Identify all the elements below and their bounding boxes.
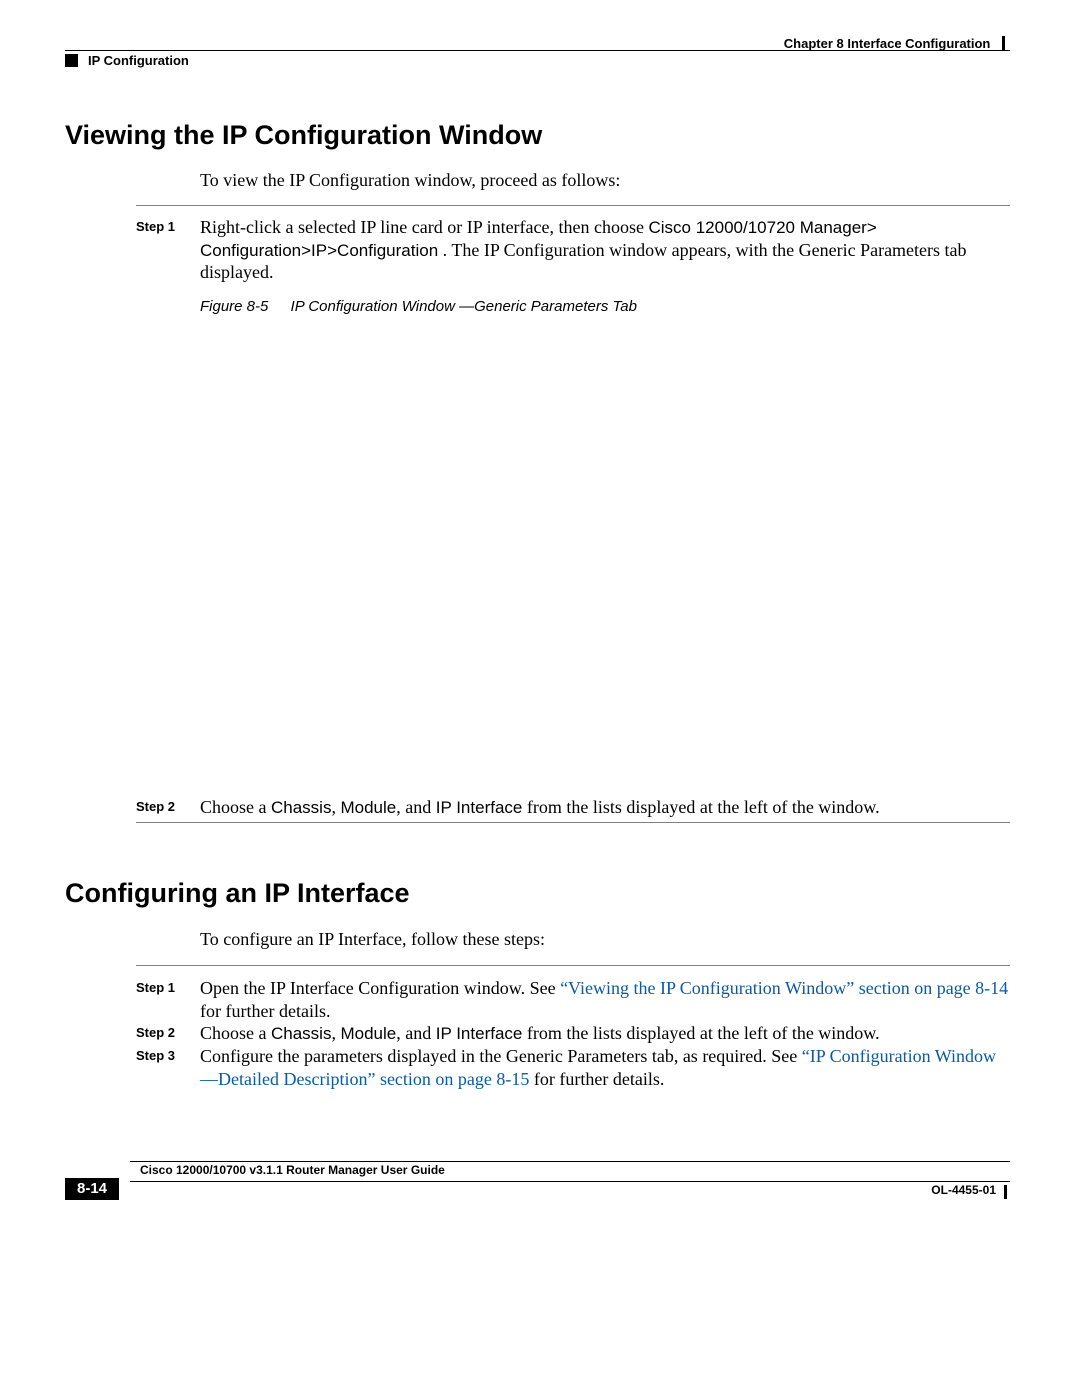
step-body: Right-click a selected IP line card or I… (200, 216, 1010, 284)
term-module: Module (340, 1024, 396, 1043)
term-chassis: Chassis (271, 798, 331, 817)
step-text: for further details. (529, 1069, 664, 1089)
intro-viewing: To view the IP Configuration window, pro… (200, 170, 620, 191)
step-text: Configure the parameters displayed in th… (200, 1046, 802, 1066)
view-step-2: Step 2 Choose a Chassis, Module, and IP … (136, 796, 1010, 819)
view-step-1: Step 1 Right-click a selected IP line ca… (136, 216, 1010, 284)
config-step-1: Step 1 Open the IP Interface Configurati… (136, 977, 1010, 1022)
config-step-2: Step 2 Choose a Chassis, Module, and IP … (136, 1022, 1010, 1045)
step-text: for further details. (200, 1001, 330, 1021)
header-chapter-title: Interface Configuration (847, 36, 990, 51)
header-section-current: IP Configuration (88, 53, 189, 68)
step-text: Choose a (200, 797, 271, 817)
term-module: Module (340, 798, 396, 817)
step-body: Choose a Chassis, Module, and IP Interfa… (200, 1022, 1010, 1045)
term-chassis: Chassis (271, 1024, 331, 1043)
step-label: Step 1 (136, 977, 200, 1022)
step-body: Choose a Chassis, Module, and IP Interfa… (200, 796, 1010, 819)
step-text: from the lists displayed at the left of … (522, 1023, 879, 1043)
xref-viewing-window[interactable]: “Viewing the IP Configuration Window” se… (560, 978, 1008, 998)
step-text: , and (396, 797, 436, 817)
step-text: from the lists displayed at the left of … (522, 797, 879, 817)
footer-page-number: 8-14 (65, 1178, 119, 1200)
heading-configuring: Configuring an IP Interface (65, 878, 410, 909)
step-label: Step 1 (136, 216, 200, 284)
header-section-row: IP Configuration (65, 53, 189, 68)
figure-title: IP Configuration Window —Generic Paramet… (291, 298, 637, 315)
step-separator (136, 965, 1010, 966)
footer-doc-number: OL-4455-01 (931, 1183, 996, 1197)
intro-configuring: To configure an IP Interface, follow the… (200, 929, 545, 950)
footer-rule-top (130, 1161, 1010, 1162)
step-label: Step 2 (136, 796, 200, 819)
footer-guide-title: Cisco 12000/10700 v3.1.1 Router Manager … (140, 1163, 445, 1177)
heading-viewing: Viewing the IP Configuration Window (65, 120, 542, 151)
step-text: Right-click a selected IP line card or I… (200, 217, 649, 237)
header-chapter-prefix: Chapter 8 (784, 36, 848, 51)
step-separator (136, 822, 1010, 823)
header-chapter: Chapter 8 Interface Configuration (784, 36, 1005, 51)
footer-rule-bottom (130, 1181, 1010, 1182)
step-label: Step 3 (136, 1045, 200, 1090)
step-separator (136, 205, 1010, 206)
term-ip-interface: IP Interface (436, 798, 523, 817)
step-text: Open the IP Interface Configuration wind… (200, 978, 560, 998)
figure-caption: Figure 8-5 IP Configuration Window —Gene… (200, 298, 637, 315)
step-body: Open the IP Interface Configuration wind… (200, 977, 1010, 1022)
step-text: , and (396, 1023, 436, 1043)
step-text: Choose a (200, 1023, 271, 1043)
header-divider-icon (1002, 36, 1005, 50)
footer-tick-icon (1004, 1185, 1007, 1199)
step-body: Configure the parameters displayed in th… (200, 1045, 1010, 1090)
term-ip-interface: IP Interface (436, 1024, 523, 1043)
section-marker-icon (65, 54, 78, 67)
figure-label: Figure 8-5 (200, 298, 268, 315)
step-label: Step 2 (136, 1022, 200, 1045)
config-step-3: Step 3 Configure the parameters displaye… (136, 1045, 1010, 1090)
